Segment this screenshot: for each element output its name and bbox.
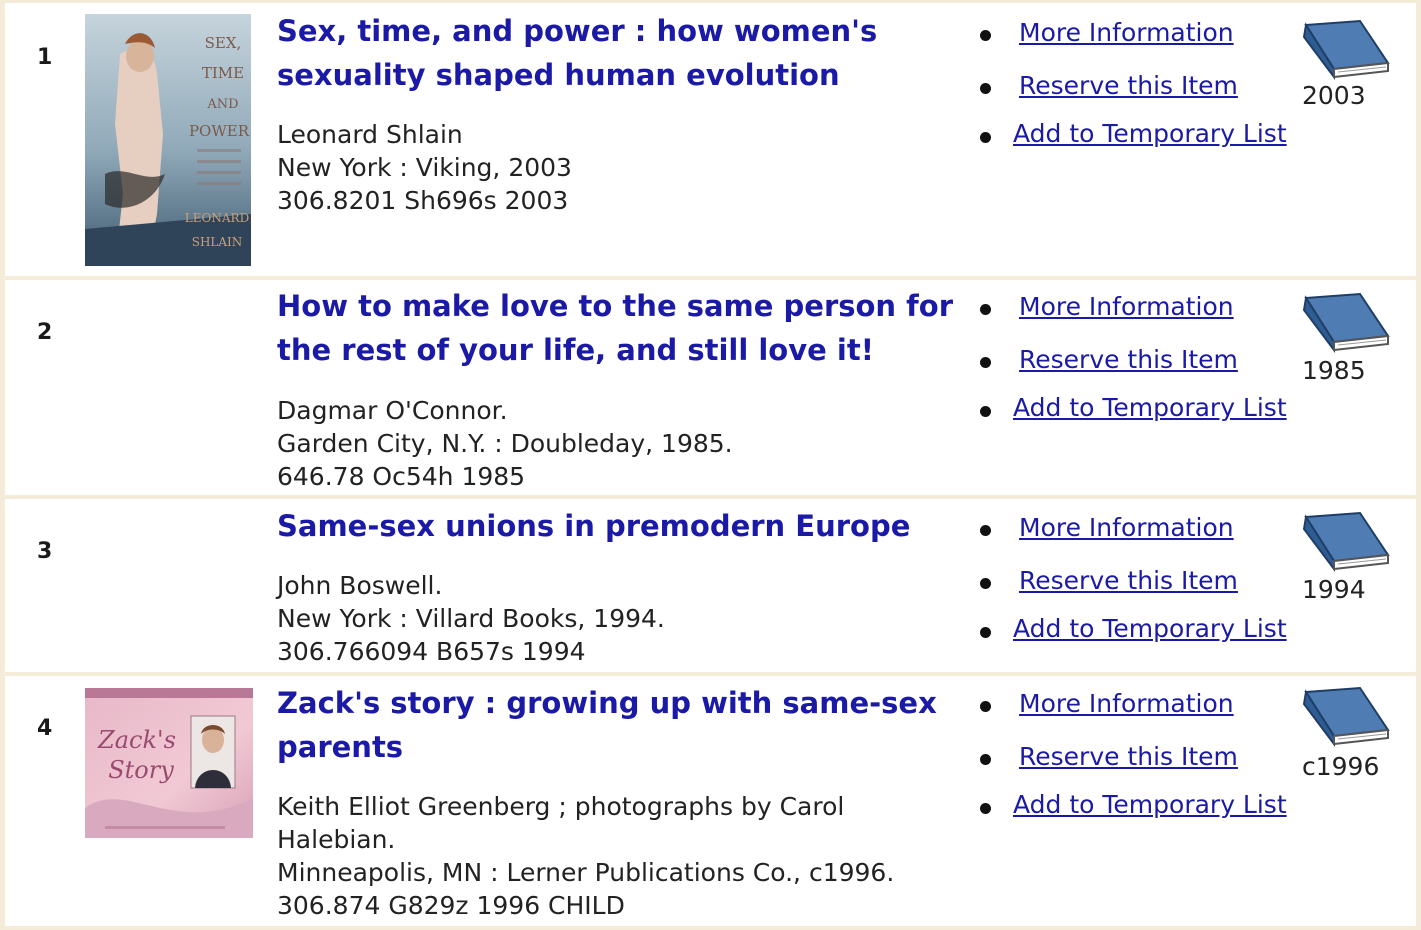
result-row-2: 2 How to make love to the same person fo… [5, 280, 1416, 495]
book-icon [1302, 19, 1390, 80]
action-add-temp: Add to Temporary List [980, 614, 1300, 646]
title-line: sexuality shaped human evolution [277, 58, 840, 92]
add-to-temporary-list-link[interactable]: Add to Temporary List [1013, 790, 1287, 819]
action-add-temp: Add to Temporary List [980, 790, 1300, 822]
cover-author-word: LEONARD [185, 211, 249, 225]
result-details: Leonard Shlain New York : Viking, 2003 3… [277, 118, 967, 217]
result-details: Keith Elliot Greenberg ; photographs by … [277, 790, 967, 922]
cover-title-word: Story [108, 756, 174, 784]
reserve-item-link[interactable]: Reserve this Item [1019, 566, 1238, 595]
result-details: Dagmar O'Connor. Garden City, N.Y. : Dou… [277, 394, 967, 493]
bullet-icon [980, 525, 991, 536]
title-line: How to make love to the same person for [277, 289, 954, 323]
call-number: 306.874 G829z 1996 CHILD [277, 891, 625, 920]
add-to-temporary-list-link[interactable]: Add to Temporary List [1013, 614, 1287, 643]
bullet-icon [980, 30, 991, 41]
publication-year: 1994 [1302, 575, 1366, 604]
author-continued: Halebian. [277, 825, 396, 854]
author: John Boswell. [277, 571, 443, 600]
title-line: parents [277, 730, 404, 764]
action-more-info: More Information [980, 292, 1300, 324]
more-information-link[interactable]: More Information [1019, 292, 1234, 321]
reserve-item-link[interactable]: Reserve this Item [1019, 71, 1238, 100]
result-number: 1 [37, 45, 53, 70]
title-line: Sex, time, and power : how women's [277, 14, 878, 48]
publication-info: New York : Villard Books, 1994. [277, 604, 665, 633]
reserve-item-link[interactable]: Reserve this Item [1019, 345, 1238, 374]
publication-info: New York : Viking, 2003 [277, 153, 572, 182]
more-information-link[interactable]: More Information [1019, 18, 1234, 47]
result-details: John Boswell. New York : Villard Books, … [277, 569, 967, 668]
cover-title-word: TIME [202, 64, 244, 82]
more-information-link[interactable]: More Information [1019, 513, 1234, 542]
title-line: Zack's story : growing up with same-sex [277, 686, 937, 720]
book-icon [1302, 686, 1390, 747]
action-reserve: Reserve this Item [980, 345, 1300, 377]
cover-title-word: SEX, [205, 34, 242, 52]
bullet-icon [980, 83, 991, 94]
action-reserve: Reserve this Item [980, 742, 1300, 774]
author: Keith Elliot Greenberg ; photographs by … [277, 792, 845, 821]
bullet-icon [980, 803, 991, 814]
result-number: 4 [37, 716, 53, 741]
cover-author-word: SHLAIN [192, 235, 243, 249]
more-information-link[interactable]: More Information [1019, 689, 1234, 718]
action-reserve: Reserve this Item [980, 71, 1300, 103]
action-more-info: More Information [980, 18, 1300, 50]
publication-year: 1985 [1302, 356, 1366, 385]
book-cover-thumbnail[interactable]: Zack's Story [85, 688, 253, 838]
action-more-info: More Information [980, 513, 1300, 545]
add-to-temporary-list-link[interactable]: Add to Temporary List [1013, 119, 1287, 148]
result-number: 3 [37, 539, 53, 564]
cover-title-word: AND [206, 97, 238, 112]
action-reserve: Reserve this Item [980, 566, 1300, 598]
result-row-1: 1 SEX, TIME AND POWER LEONARD SHLAIN Sex… [5, 3, 1416, 276]
bullet-icon [980, 701, 991, 712]
author: Dagmar O'Connor. [277, 396, 508, 425]
publication-info: Garden City, N.Y. : Doubleday, 1985. [277, 429, 733, 458]
publication-info: Minneapolis, MN : Lerner Publications Co… [277, 858, 895, 887]
result-number: 2 [37, 320, 53, 345]
title-line: Same-sex unions in premodern Europe [277, 509, 911, 543]
action-more-info: More Information [980, 689, 1300, 721]
call-number: 306.8201 Sh696s 2003 [277, 186, 569, 215]
result-title-link[interactable]: Zack's story : growing up with same-sex … [277, 681, 957, 769]
result-title-link[interactable]: Same-sex unions in premodern Europe [277, 504, 957, 548]
author: Leonard Shlain [277, 120, 463, 149]
publication-year: 2003 [1302, 81, 1366, 110]
bullet-icon [980, 357, 991, 368]
action-add-temp: Add to Temporary List [980, 119, 1300, 151]
cover-title-word: POWER [189, 122, 250, 140]
bullet-icon [980, 578, 991, 589]
book-icon [1302, 292, 1390, 353]
bullet-icon [980, 754, 991, 765]
call-number: 646.78 Oc54h 1985 [277, 462, 526, 491]
book-icon [1302, 511, 1390, 572]
result-title-link[interactable]: Sex, time, and power : how women's sexua… [277, 9, 957, 97]
publication-year: c1996 [1302, 752, 1380, 781]
title-line: the rest of your life, and still love it… [277, 333, 874, 367]
bullet-icon [980, 132, 991, 143]
bullet-icon [980, 406, 991, 417]
reserve-item-link[interactable]: Reserve this Item [1019, 742, 1238, 771]
bullet-icon [980, 627, 991, 638]
result-title-link[interactable]: How to make love to the same person for … [277, 284, 957, 372]
result-row-3: 3 Same-sex unions in premodern Europe Jo… [5, 499, 1416, 672]
bullet-icon [980, 304, 991, 315]
cover-title-word: Zack's [97, 726, 176, 754]
call-number: 306.766094 B657s 1994 [277, 637, 586, 666]
search-results-list: 1 SEX, TIME AND POWER LEONARD SHLAIN Sex… [0, 0, 1421, 930]
add-to-temporary-list-link[interactable]: Add to Temporary List [1013, 393, 1287, 422]
book-cover-thumbnail[interactable]: SEX, TIME AND POWER LEONARD SHLAIN [85, 14, 251, 266]
action-add-temp: Add to Temporary List [980, 393, 1300, 425]
result-row-4: 4 Zack's Story Zack's story : growing up… [5, 676, 1416, 926]
